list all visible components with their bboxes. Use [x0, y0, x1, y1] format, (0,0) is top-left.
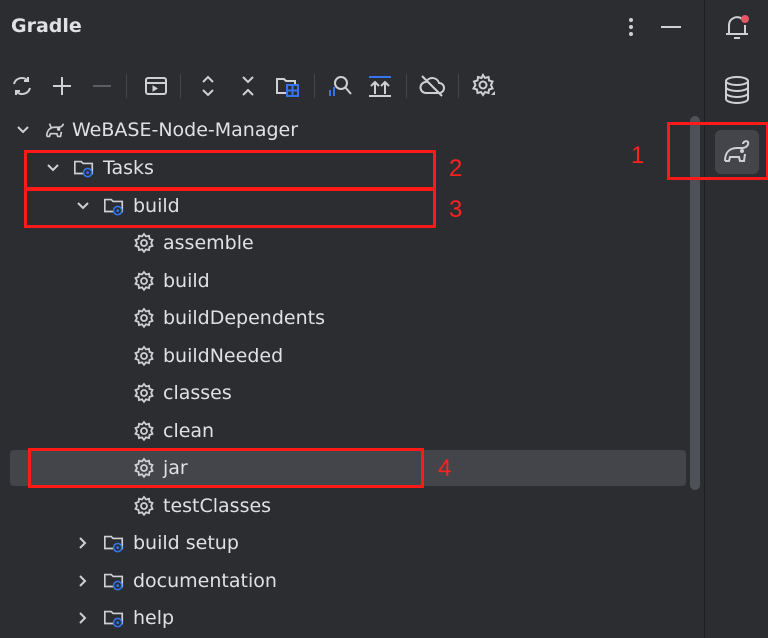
tree-row-root[interactable]: WeBASE-Node-Manager: [10, 112, 686, 148]
annotation-box-3: [24, 188, 436, 228]
chevron-right-icon[interactable]: [75, 573, 91, 589]
collapse-all-icon[interactable]: [232, 70, 264, 102]
task-label: buildNeeded: [163, 345, 284, 367]
annotation-box-2: [24, 150, 436, 190]
tree-row-task[interactable]: classes: [10, 375, 686, 411]
remove-icon[interactable]: [86, 70, 118, 102]
gear-icon: [133, 345, 155, 367]
annotation-box-1: [667, 122, 768, 180]
gear-icon: [133, 495, 155, 517]
gear-icon: [133, 420, 155, 442]
right-tool-strip: [704, 0, 768, 638]
task-label: testClasses: [163, 495, 272, 517]
annotation-label-2: 2: [449, 155, 463, 182]
group-label: build setup: [133, 532, 239, 554]
task-folder-icon: [103, 607, 125, 629]
annotation-label-3: 3: [449, 196, 463, 223]
task-label: clean: [163, 420, 215, 442]
annotation-label-1: 1: [631, 142, 645, 169]
gradle-elephant-icon: [44, 119, 66, 141]
download-sources-icon[interactable]: [364, 70, 396, 102]
tool-window-header: Gradle: [0, 0, 704, 56]
minimize-icon[interactable]: [657, 13, 685, 41]
tree-row-group[interactable]: documentation: [10, 563, 686, 599]
database-icon[interactable]: [715, 68, 759, 112]
tree-row-task[interactable]: clean: [10, 413, 686, 449]
task-folder-icon: [103, 532, 125, 554]
analyze-dependencies-icon[interactable]: [324, 70, 356, 102]
tree-row-task[interactable]: buildDependents: [10, 300, 686, 336]
tree-row-task[interactable]: assemble: [10, 225, 686, 261]
notifications-icon[interactable]: [715, 5, 759, 49]
gradle-toolbar: [0, 64, 704, 108]
add-icon[interactable]: [46, 70, 78, 102]
task-label: classes: [163, 382, 232, 404]
tree-root-label: WeBASE-Node-Manager: [72, 119, 299, 141]
task-folder-icon: [103, 570, 125, 592]
chevron-right-icon[interactable]: [75, 535, 91, 551]
group-modules-icon[interactable]: [272, 70, 304, 102]
annotation-label-4: 4: [438, 455, 452, 482]
refresh-icon[interactable]: [6, 70, 38, 102]
chevron-right-icon[interactable]: [75, 610, 91, 626]
gear-icon: [133, 382, 155, 404]
gear-icon: [133, 270, 155, 292]
settings-icon[interactable]: [468, 70, 500, 102]
tree-row-group[interactable]: help: [10, 600, 686, 636]
run-task-icon[interactable]: [140, 70, 172, 102]
tree-row-task[interactable]: buildNeeded: [10, 338, 686, 374]
chevron-down-icon[interactable]: [15, 122, 31, 138]
tree-row-task[interactable]: testClasses: [10, 488, 686, 524]
annotation-box-4: [28, 448, 424, 488]
task-label: buildDependents: [163, 307, 325, 329]
expand-all-icon[interactable]: [192, 70, 224, 102]
gear-icon: [133, 232, 155, 254]
tool-window-title: Gradle: [11, 15, 82, 37]
more-options-icon[interactable]: [617, 13, 645, 41]
offline-mode-icon[interactable]: [416, 70, 448, 102]
tree-row-task[interactable]: build: [10, 263, 686, 299]
tree-row-group[interactable]: build setup: [10, 525, 686, 561]
gradle-tool-window: Gradle WeBASE-Node-Manager Tasks build a…: [0, 0, 704, 638]
gear-icon: [133, 307, 155, 329]
task-label: build: [163, 270, 210, 292]
group-label: help: [133, 607, 175, 629]
task-label: assemble: [163, 232, 254, 254]
group-label: documentation: [133, 570, 277, 592]
